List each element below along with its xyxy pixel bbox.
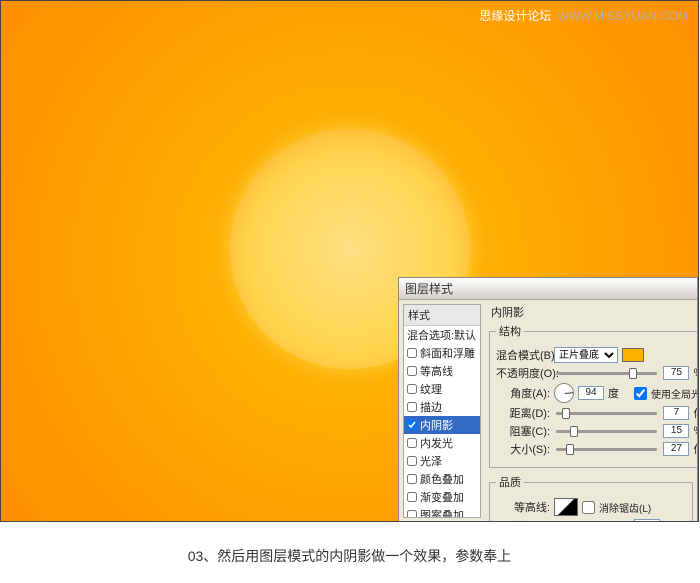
layer-style-dialog: 图层样式 样式 混合选项:默认 斜面和浮雕等高线纹理描边内阴影内发光光泽颜色叠加… [398, 277, 698, 522]
effect-row-7[interactable]: 颜色叠加 [404, 470, 480, 488]
effect-label: 等高线 [420, 363, 453, 379]
color-swatch[interactable] [622, 348, 644, 362]
effects-list: 样式 混合选项:默认 斜面和浮雕等高线纹理描边内阴影内发光光泽颜色叠加渐变叠加图… [403, 304, 481, 518]
group-structure: 结构 混合模式(B): 正片叠底 不透明度(O): 75 % [489, 323, 697, 468]
angle-value[interactable]: 94 [578, 386, 604, 400]
anti-alias-checkbox[interactable] [582, 501, 595, 514]
effect-checkbox[interactable] [407, 492, 417, 502]
global-light-checkbox[interactable] [634, 387, 647, 400]
opacity-value[interactable]: 75 [663, 366, 689, 380]
props-panel: 内阴影 结构 混合模式(B): 正片叠底 不透明度(O): 75 % [485, 300, 697, 522]
effect-label: 颜色叠加 [420, 471, 464, 487]
effect-label: 纹理 [420, 381, 442, 397]
effect-label: 光泽 [420, 453, 442, 469]
effect-checkbox[interactable] [407, 510, 417, 518]
blend-mode-select[interactable]: 正片叠底 [554, 347, 618, 363]
effect-checkbox[interactable] [407, 348, 417, 358]
distance-value[interactable]: 7 [663, 406, 689, 420]
effect-row-0[interactable]: 斜面和浮雕 [404, 344, 480, 362]
effect-label: 描边 [420, 399, 442, 415]
group-quality: 品质 等高线: 消除锯齿(L) 杂色(N): 0 % [489, 474, 693, 522]
effect-checkbox[interactable] [407, 384, 417, 394]
effect-row-4[interactable]: 内阴影 [404, 416, 480, 434]
effect-label: 内阴影 [420, 417, 453, 433]
effect-checkbox[interactable] [407, 474, 417, 484]
effect-row-8[interactable]: 渐变叠加 [404, 488, 480, 506]
effect-label: 斜面和浮雕 [420, 345, 475, 361]
effects-header: 样式 [404, 305, 480, 326]
effect-label: 渐变叠加 [420, 489, 464, 505]
effect-label: 内发光 [420, 435, 453, 451]
choke-value[interactable]: 15 [663, 424, 689, 438]
section-header: 内阴影 [491, 304, 693, 320]
effect-row-5[interactable]: 内发光 [404, 434, 480, 452]
opacity-slider[interactable] [556, 372, 657, 375]
dialog-title: 图层样式 [405, 280, 453, 297]
size-value[interactable]: 27 [663, 442, 689, 456]
effect-row-6[interactable]: 光泽 [404, 452, 480, 470]
angle-dial[interactable] [554, 383, 574, 403]
effect-checkbox[interactable] [407, 402, 417, 412]
effect-row-1[interactable]: 等高线 [404, 362, 480, 380]
effect-checkbox[interactable] [407, 366, 417, 376]
noise-value[interactable]: 0 [634, 519, 660, 522]
canvas-preview: 思缘设计论坛WWW.MISSYUAN.COM 图层样式 样式 混合选项:默认 斜… [0, 0, 699, 522]
effect-row-2[interactable]: 纹理 [404, 380, 480, 398]
dialog-titlebar[interactable]: 图层样式 [399, 278, 697, 300]
step-caption: 03、然后用图层模式的内阴影做一个效果，参数奉上 [0, 522, 699, 578]
blending-defaults-row[interactable]: 混合选项:默认 [404, 326, 480, 344]
distance-slider[interactable] [556, 412, 657, 415]
watermark: 思缘设计论坛WWW.MISSYUAN.COM [479, 7, 688, 24]
effect-row-9[interactable]: 图案叠加 [404, 506, 480, 518]
effect-checkbox[interactable] [407, 438, 417, 448]
effect-label: 图案叠加 [420, 507, 464, 518]
choke-slider[interactable] [556, 430, 657, 433]
effect-checkbox[interactable] [407, 456, 417, 466]
contour-picker[interactable] [554, 498, 578, 516]
effect-row-3[interactable]: 描边 [404, 398, 480, 416]
size-slider[interactable] [556, 448, 657, 451]
effect-checkbox[interactable] [407, 420, 417, 430]
